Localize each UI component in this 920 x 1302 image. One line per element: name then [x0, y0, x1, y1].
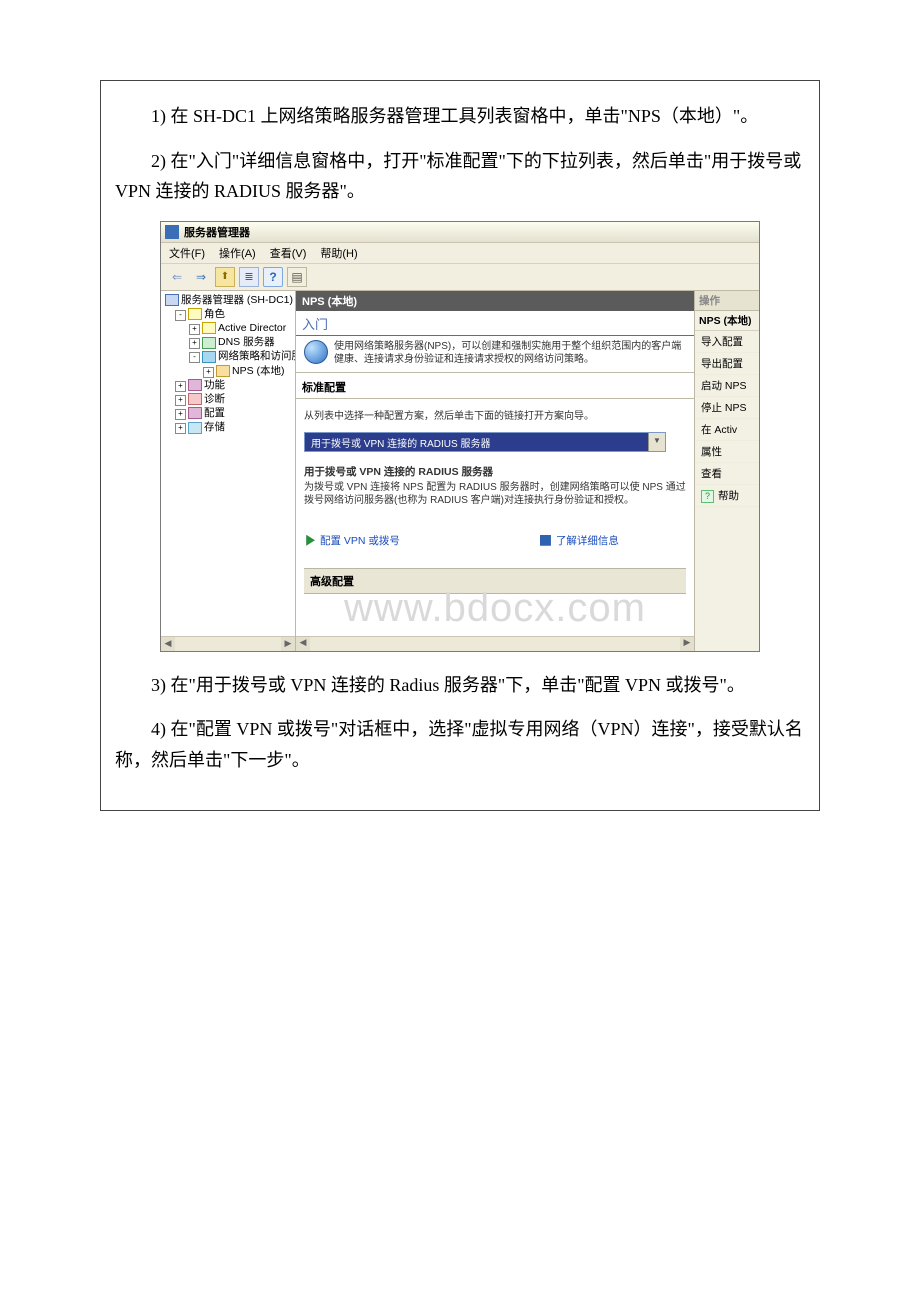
action-properties[interactable]: 属性	[695, 441, 759, 463]
server-icon	[165, 294, 179, 306]
document-frame: 1) 在 SH-DC1 上网络策略服务器管理工具列表窗格中，单击"NPS（本地）…	[100, 80, 820, 811]
globe-icon	[304, 340, 328, 364]
radius-heading: 用于拨号或 VPN 连接的 RADIUS 服务器	[304, 464, 686, 479]
tree-npas[interactable]: 网络策略和访问服	[218, 350, 296, 362]
actions-subheader: NPS (本地)	[695, 311, 759, 331]
details-header: NPS (本地)	[296, 291, 694, 311]
action-start-nps[interactable]: 启动 NPS	[695, 375, 759, 397]
learn-more-label: 了解详细信息	[556, 533, 619, 548]
tree-features[interactable]: 功能	[204, 379, 225, 391]
tree-diag[interactable]: 诊断	[204, 393, 225, 405]
forward-button[interactable]	[191, 267, 211, 287]
ad-icon	[202, 322, 216, 334]
step-3: 3) 在"用于拨号或 VPN 连接的 Radius 服务器"下，单击"配置 VP…	[115, 670, 805, 701]
properties-button[interactable]	[239, 267, 259, 287]
roles-icon	[188, 308, 202, 320]
nps-icon	[216, 365, 230, 377]
menu-view[interactable]: 查看(V)	[270, 245, 307, 261]
expand-icon[interactable]: +	[175, 409, 186, 420]
npas-icon	[202, 351, 216, 363]
learn-more-link[interactable]: 了解详细信息	[540, 533, 619, 548]
action-activ[interactable]: 在 Activ	[695, 419, 759, 441]
tree-storage[interactable]: 存储	[204, 421, 225, 433]
intro-title: 入门	[296, 311, 694, 336]
menu-help[interactable]: 帮助(H)	[320, 245, 357, 261]
collapse-icon[interactable]: -	[189, 352, 200, 363]
menu-file[interactable]: 文件(F)	[169, 245, 205, 261]
tree-ad[interactable]: Active Director	[218, 322, 286, 334]
toolbar	[161, 264, 759, 291]
actions-header: 操作	[695, 291, 759, 311]
expand-icon[interactable]: +	[175, 395, 186, 406]
configure-vpn-link[interactable]: 配置 VPN 或拨号	[304, 533, 400, 548]
console-tree[interactable]: 服务器管理器 (SH-DC1) - 角色 + Active Director + DN…	[161, 291, 296, 651]
advanced-config-title[interactable]: 高级配置	[304, 568, 686, 594]
screenshot-server-manager: 服务器管理器 文件(F) 操作(A) 查看(V) 帮助(H)	[160, 221, 760, 652]
tree-dns[interactable]: DNS 服务器	[218, 336, 275, 348]
action-stop-nps[interactable]: 停止 NPS	[695, 397, 759, 419]
menu-bar: 文件(F) 操作(A) 查看(V) 帮助(H)	[161, 243, 759, 264]
scroll-right-icon[interactable]: ▶	[680, 637, 694, 651]
standard-config-title: 标准配置	[296, 373, 694, 399]
scroll-right-icon[interactable]: ▶	[281, 637, 295, 651]
tree-nps-local[interactable]: NPS (本地)	[232, 365, 285, 377]
intro-description: 使用网络策略服务器(NPS)，可以创建和强制实施用于整个组织范围内的客户端健康、…	[334, 340, 688, 366]
chevron-down-icon[interactable]: ▼	[648, 433, 665, 451]
expand-icon[interactable]: +	[203, 367, 214, 378]
action-export[interactable]: 导出配置	[695, 353, 759, 375]
details-pane: NPS (本地) 入门 使用网络策略服务器(NPS)，可以创建和强制实施用于整个…	[296, 291, 695, 651]
action-import[interactable]: 导入配置	[695, 331, 759, 353]
help-button[interactable]	[263, 267, 283, 287]
tree-config[interactable]: 配置	[204, 407, 225, 419]
expand-icon[interactable]: +	[175, 381, 186, 392]
action-help[interactable]: 帮助	[695, 485, 759, 507]
app-icon	[165, 225, 179, 239]
step-1: 1) 在 SH-DC1 上网络策略服务器管理工具列表窗格中，单击"NPS（本地）…	[115, 101, 805, 132]
tree-roles[interactable]: 角色	[204, 308, 225, 320]
menu-action[interactable]: 操作(A)	[219, 245, 256, 261]
window-title: 服务器管理器	[184, 224, 250, 240]
expand-icon[interactable]: +	[189, 324, 200, 335]
tree-scrollbar[interactable]: ◀ ▶	[161, 636, 295, 651]
dropdown-selected: 用于拨号或 VPN 连接的 RADIUS 服务器	[305, 433, 648, 451]
features-icon	[188, 379, 202, 391]
expand-icon[interactable]: +	[175, 423, 186, 434]
back-button[interactable]	[167, 267, 187, 287]
step-4: 4) 在"配置 VPN 或拨号"对话框中，选择"虚拟专用网络（VPN）连接"，接…	[115, 714, 805, 775]
scroll-left-icon[interactable]: ◀	[296, 637, 310, 651]
dns-icon	[202, 337, 216, 349]
diag-icon	[188, 393, 202, 405]
configure-vpn-label: 配置 VPN 或拨号	[320, 533, 400, 548]
tree-root[interactable]: 服务器管理器 (SH-DC1)	[181, 294, 293, 306]
collapse-icon[interactable]: -	[175, 310, 186, 321]
up-folder-button[interactable]	[215, 267, 235, 287]
scenario-dropdown[interactable]: 用于拨号或 VPN 连接的 RADIUS 服务器 ▼	[304, 432, 666, 452]
storage-icon	[188, 422, 202, 434]
window-titlebar: 服务器管理器	[161, 222, 759, 243]
scroll-left-icon[interactable]: ◀	[161, 637, 175, 651]
show-hide-pane-button[interactable]	[287, 267, 307, 287]
config-icon	[188, 407, 202, 419]
action-view[interactable]: 查看	[695, 463, 759, 485]
expand-icon[interactable]: +	[189, 338, 200, 349]
step-2: 2) 在"入门"详细信息窗格中，打开"标准配置"下的下拉列表，然后单击"用于拨号…	[115, 146, 805, 207]
standard-config-desc: 从列表中选择一种配置方案，然后单击下面的链接打开方案向导。	[304, 407, 686, 422]
details-scrollbar[interactable]: ◀ ▶	[296, 636, 694, 651]
radius-description: 为拨号或 VPN 连接将 NPS 配置为 RADIUS 服务器时，创建网络策略可…	[304, 481, 686, 507]
actions-pane: 操作 NPS (本地) 导入配置 导出配置 启动 NPS 停止 NPS 在 Ac…	[695, 291, 759, 651]
